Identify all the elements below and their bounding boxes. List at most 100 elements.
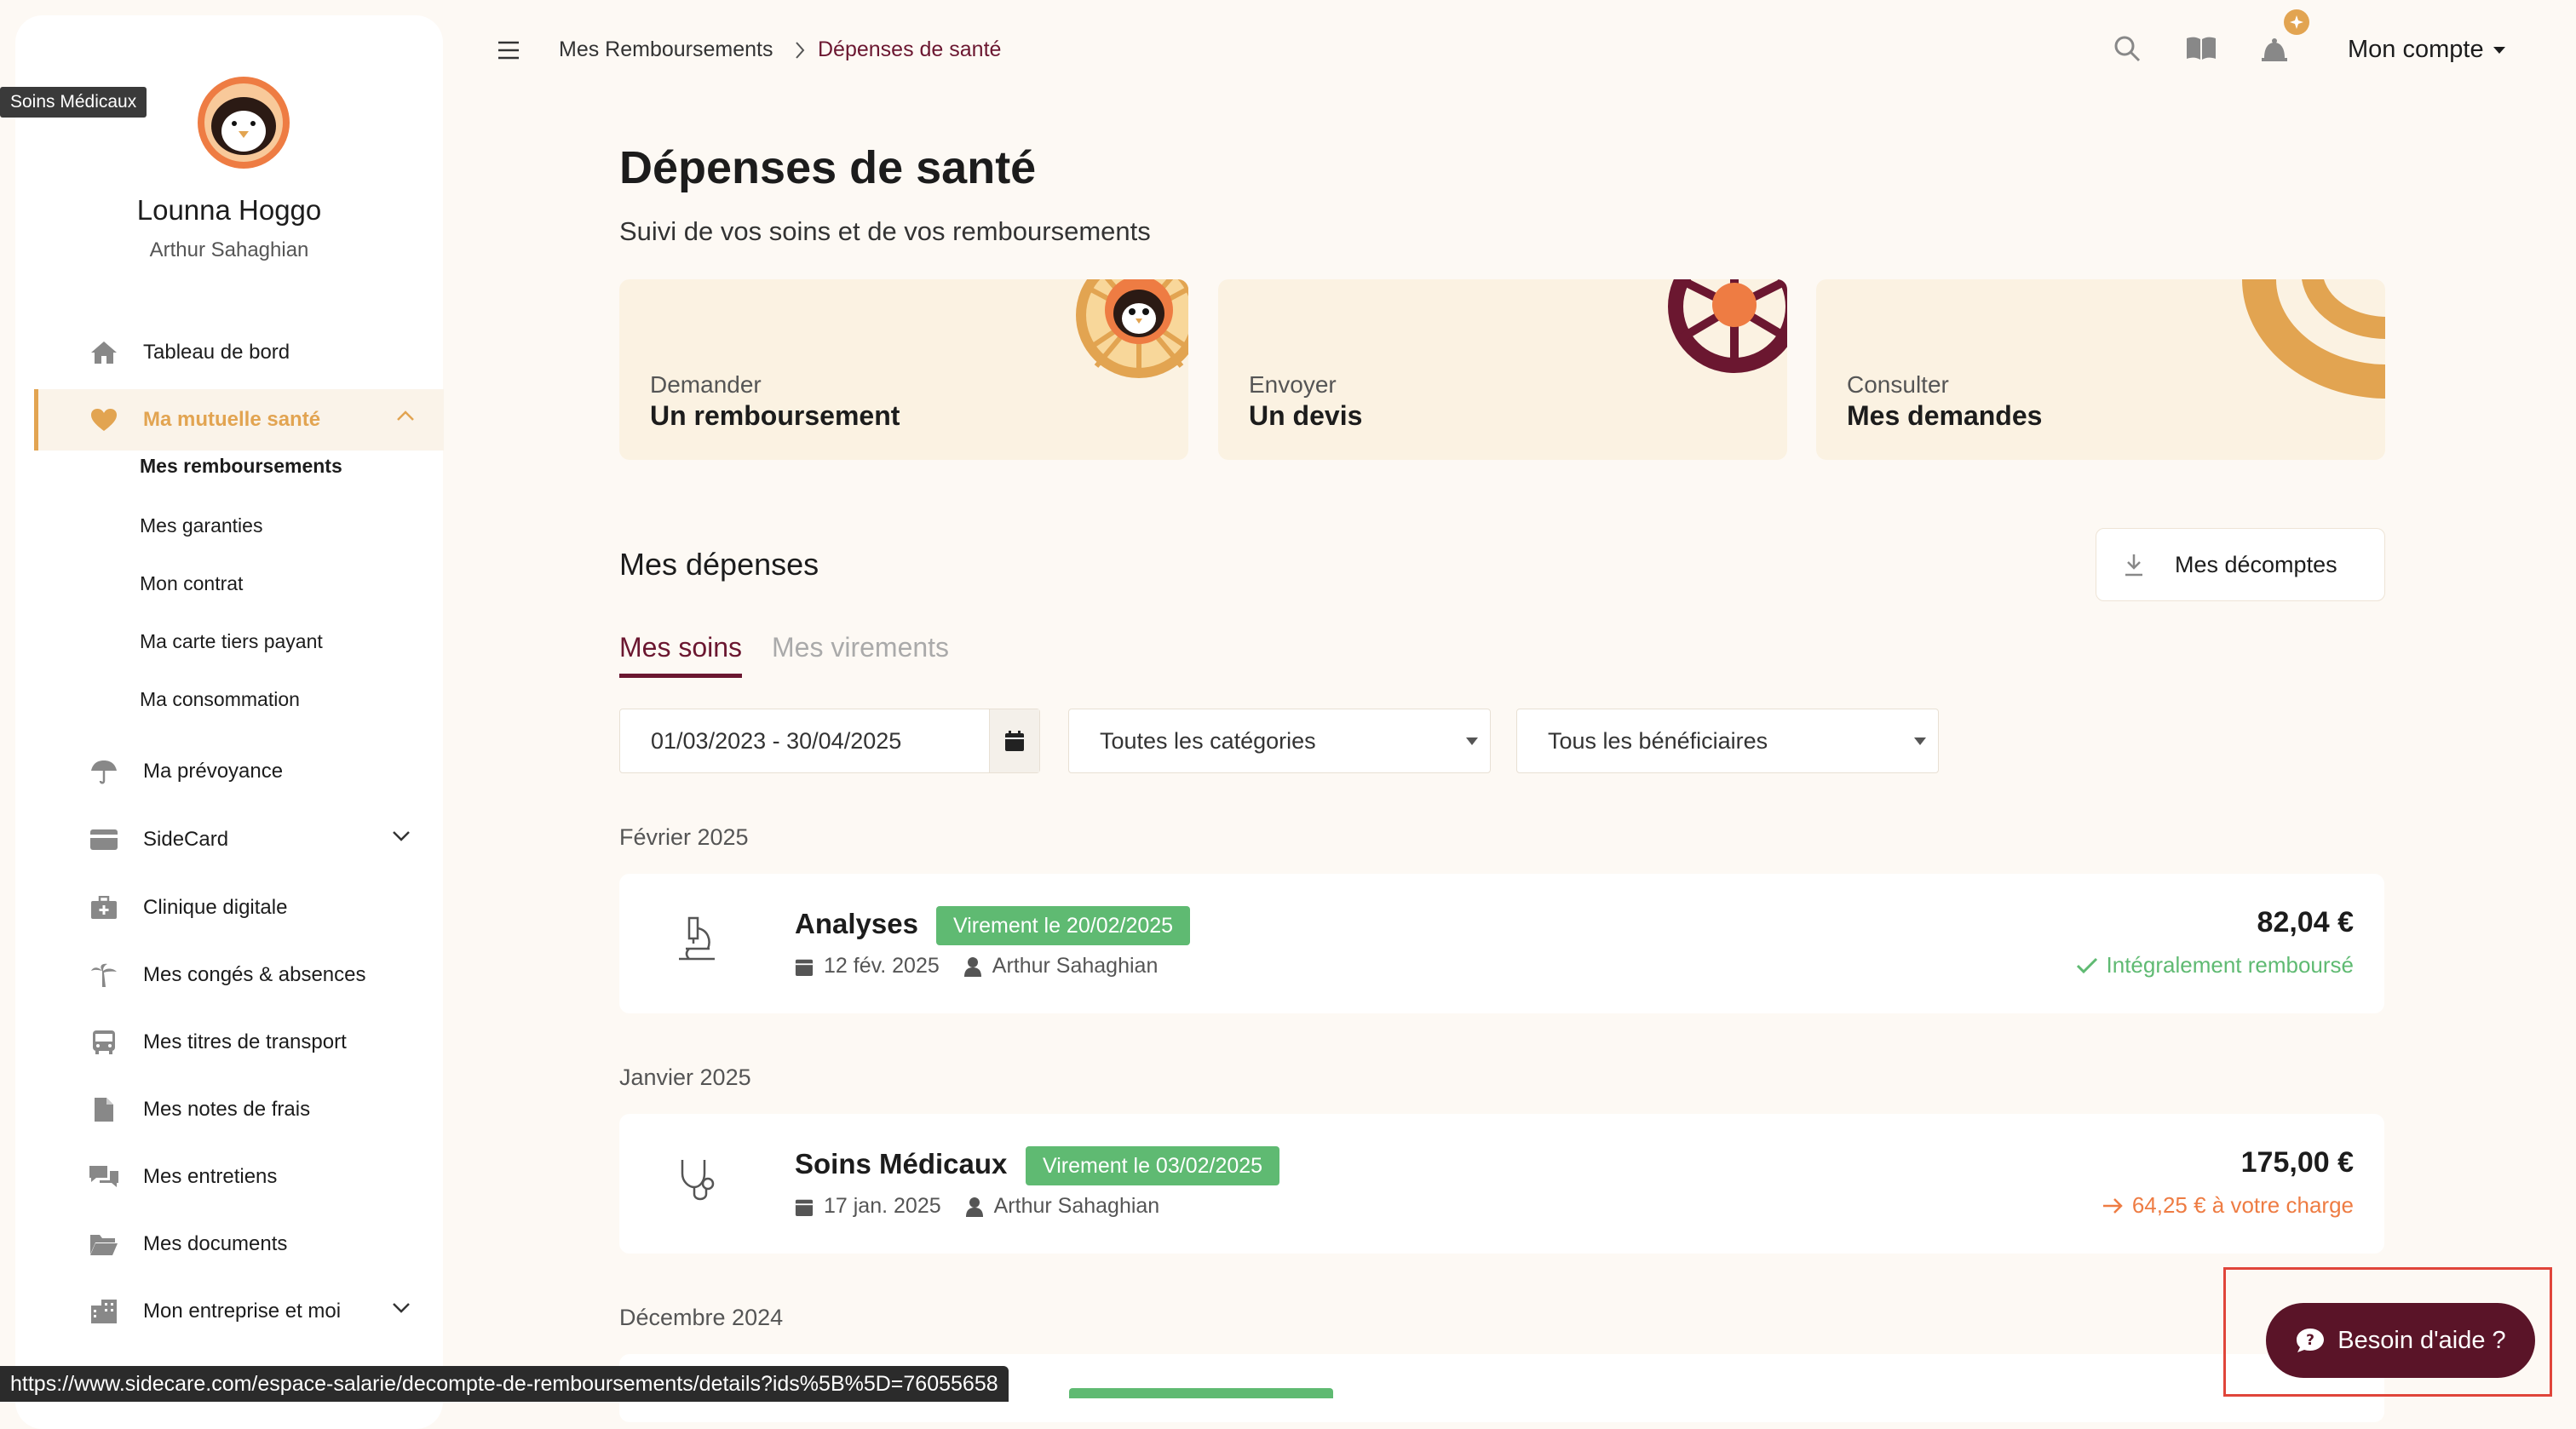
beneficiary-select[interactable]: Tous les bénéficiaires	[1516, 709, 1939, 773]
sidebar-item-tableau-de-bord[interactable]: Tableau de bord	[34, 322, 440, 383]
breadcrumb-parent[interactable]: Mes Remboursements	[559, 37, 773, 62]
chevron-down-icon[interactable]	[392, 829, 411, 841]
sidebar-item-label: Mes entretiens	[143, 1165, 278, 1188]
sidebar-item-mes-documents[interactable]: Mes documents	[34, 1214, 440, 1275]
user-name: Lounna Hoggo	[136, 194, 322, 226]
expense-row-analyses[interactable]: Analyses Virement le 20/02/2025 12 fév. …	[619, 874, 2384, 1013]
home-icon	[85, 340, 123, 365]
sidebar-item-conges-absences[interactable]: Mes congés & absences	[34, 944, 440, 1006]
caret-down-icon	[1914, 737, 1926, 745]
card-icon	[85, 829, 123, 851]
folder-icon	[85, 1232, 123, 1256]
user-subname: Arthur Sahaghian	[149, 238, 309, 261]
transfer-badge: Virement le 20/02/2025	[936, 906, 1191, 945]
month-header: Janvier 2025	[619, 1065, 751, 1090]
action-card-envoyer-devis[interactable]: Envoyer Un devis	[1218, 279, 1787, 460]
stethoscope-icon	[681, 1160, 715, 1201]
transfer-badge: Virement le 03/02/2025	[1026, 1146, 1280, 1185]
action-kicker: Consulter	[1847, 371, 1949, 398]
tooltip: Soins Médicaux	[0, 87, 147, 118]
caret-down-icon	[1466, 737, 1478, 745]
search-icon[interactable]	[2113, 34, 2142, 63]
sidebar-item-label: Tableau de bord	[143, 341, 290, 364]
download-label: Mes décomptes	[2175, 551, 2337, 577]
action-label: Un devis	[1249, 400, 1363, 431]
expense-person: Arthur Sahaghian	[992, 954, 1159, 978]
svg-text:?: ?	[2306, 1332, 2314, 1349]
book-icon[interactable]	[2186, 36, 2217, 61]
check-icon	[2076, 957, 2097, 973]
hamburger-menu-icon[interactable]	[497, 41, 520, 60]
expense-amount: 175,00 €	[2240, 1146, 2354, 1179]
month-header: Décembre 2024	[619, 1305, 784, 1330]
help-button[interactable]: ? Besoin d'aide ?	[2266, 1303, 2535, 1378]
sidebar-subitem-mes-garanties[interactable]: Mes garanties	[140, 514, 262, 537]
account-menu[interactable]: Mon compte	[2348, 36, 2506, 64]
building-icon	[85, 1299, 123, 1324]
breadcrumb-current: Dépenses de santé	[818, 37, 1002, 61]
microscope-icon	[679, 916, 715, 961]
sidebar-item-titres-transport[interactable]: Mes titres de transport	[34, 1012, 440, 1073]
expense-date: 17 jan. 2025	[824, 1194, 941, 1218]
file-icon	[85, 1097, 123, 1122]
chevron-right-icon	[796, 42, 805, 59]
sidebar-item-label: Mon entreprise et moi	[143, 1300, 342, 1323]
date-range-input[interactable]: 01/03/2023 - 30/04/2025	[619, 709, 1040, 773]
sidebar-subitem-ma-consommation[interactable]: Ma consommation	[140, 688, 300, 711]
medical-kit-icon	[85, 896, 123, 920]
chevron-down-icon[interactable]	[392, 1301, 411, 1313]
sidebar: Lounna Hoggo Arthur Sahaghian Tableau de…	[15, 15, 444, 1429]
category-select-value: Toutes les catégories	[1100, 727, 1316, 754]
sidebar-subitem-mes-remboursements[interactable]: Mes remboursements	[140, 455, 342, 478]
date-range-value: 01/03/2023 - 30/04/2025	[651, 727, 902, 754]
action-card-consulter-demandes[interactable]: Consulter Mes demandes	[1816, 279, 2385, 460]
remaining-charge-status: 64,25 € à votre charge	[2102, 1192, 2354, 1219]
umbrella-icon	[85, 759, 123, 784]
avatar[interactable]	[196, 75, 291, 170]
sidebar-item-label: Clinique digitale	[143, 896, 288, 919]
sidebar-item-ma-mutuelle-sante[interactable]: Ma mutuelle santé	[34, 389, 444, 451]
notification-bell-icon[interactable]	[2259, 7, 2310, 63]
calendar-button[interactable]	[989, 709, 1039, 772]
sidebar-item-notes-de-frais[interactable]: Mes notes de frais	[34, 1079, 440, 1140]
sidebar-item-entretiens[interactable]: Mes entretiens	[34, 1146, 440, 1208]
action-kicker: Envoyer	[1249, 371, 1337, 398]
sidebar-item-label: SideCard	[143, 828, 229, 851]
bus-icon	[85, 1030, 123, 1055]
sidebar-item-label: Mes notes de frais	[143, 1098, 311, 1121]
flower-mascot-decoration-icon	[1076, 279, 1188, 378]
sidebar-item-label: Ma mutuelle santé	[143, 408, 321, 431]
tab-mes-virements[interactable]: Mes virements	[772, 632, 949, 674]
chevron-up-icon[interactable]	[396, 410, 415, 422]
reimbursement-status: Intégralement remboursé	[2076, 952, 2354, 978]
sidebar-item-entreprise-et-moi[interactable]: Mon entreprise et moi	[34, 1281, 440, 1342]
status-text: Intégralement remboursé	[2106, 952, 2354, 978]
download-decomptes-button[interactable]: Mes décomptes	[2096, 528, 2385, 601]
user-icon	[963, 956, 981, 977]
sidebar-subitem-mon-contrat[interactable]: Mon contrat	[140, 572, 243, 595]
sidebar-item-ma-prevoyance[interactable]: Ma prévoyance	[34, 741, 440, 802]
sidebar-item-label: Mes congés & absences	[143, 963, 366, 986]
heart-icon	[85, 408, 123, 432]
tab-mes-soins[interactable]: Mes soins	[619, 632, 743, 678]
expense-title: Soins Médicaux	[795, 1148, 1008, 1179]
status-bar-url: https://www.sidecare.com/espace-salarie/…	[0, 1366, 1009, 1402]
action-label: Mes demandes	[1847, 400, 2043, 431]
sidebar-item-clinique-digitale[interactable]: Clinique digitale	[34, 877, 440, 938]
action-card-demander-remboursement[interactable]: Demander Un remboursement	[619, 279, 1188, 460]
chat-icon	[85, 1164, 123, 1190]
category-select[interactable]: Toutes les catégories	[1068, 709, 1491, 773]
calendar-icon	[795, 1199, 814, 1216]
expense-row-soins-medicaux[interactable]: Soins Médicaux Virement le 03/02/2025 17…	[619, 1114, 2384, 1254]
sidebar-item-sidecard[interactable]: SideCard	[34, 809, 440, 870]
expense-amount: 82,04 €	[2257, 906, 2354, 938]
expense-meta: 17 jan. 2025 Arthur Sahaghian	[795, 1194, 1159, 1219]
caret-down-icon	[2493, 46, 2505, 54]
transfer-badge-partial	[1069, 1388, 1333, 1398]
palm-tree-icon	[85, 962, 123, 988]
expense-person: Arthur Sahaghian	[993, 1194, 1160, 1218]
flower-decoration-icon	[1668, 279, 1787, 373]
question-bubble-icon: ?	[2297, 1329, 2325, 1352]
sidebar-subitem-carte-tiers-payant[interactable]: Ma carte tiers payant	[140, 630, 323, 653]
download-icon	[2125, 554, 2142, 577]
